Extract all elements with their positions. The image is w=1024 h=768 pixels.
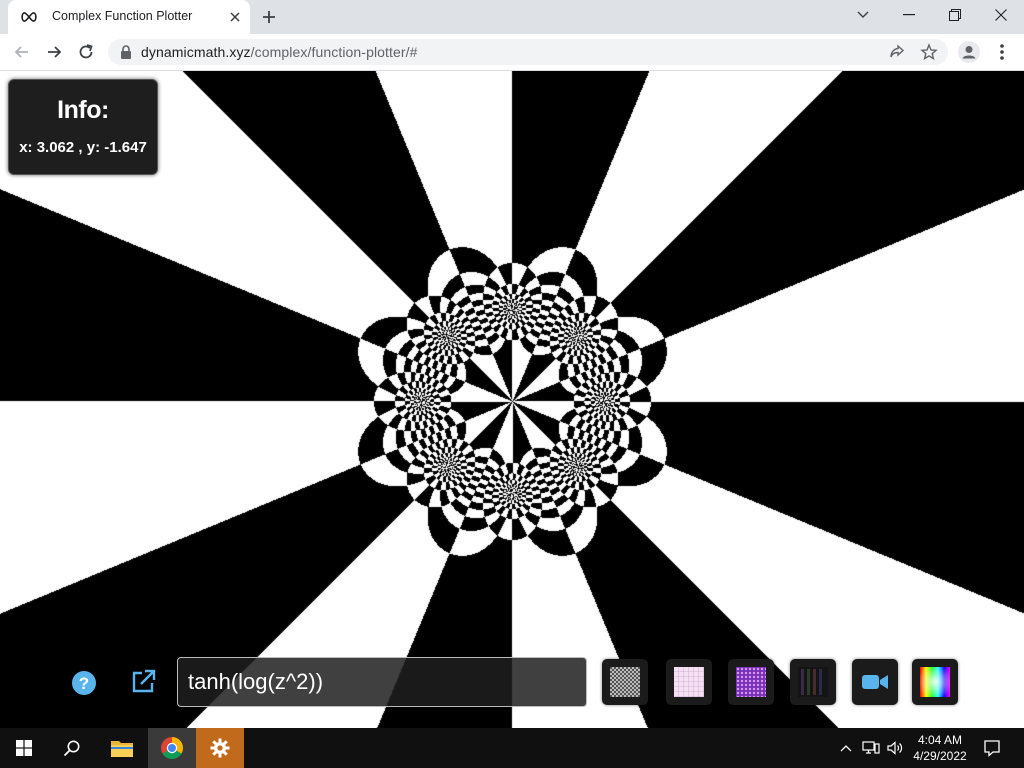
chrome-taskbar-button[interactable] (148, 728, 196, 768)
settings-taskbar-button[interactable] (196, 728, 244, 768)
svg-text:?: ? (79, 674, 89, 693)
cursor-coordinates: x: 3.062 , y: -1.647 (19, 139, 147, 156)
video-camera-icon (862, 675, 888, 689)
infinity-icon (21, 12, 37, 22)
url-text: dynamicmath.xyz/complex/function-plotter… (141, 44, 418, 60)
question-circle-icon[interactable]: ? (70, 669, 98, 697)
close-icon (995, 9, 1007, 21)
windows-logo-icon (16, 740, 32, 756)
color-wheel-icon (920, 667, 950, 697)
folder-icon (111, 741, 133, 757)
clock-date: 4/29/2022 (913, 749, 967, 763)
network-button[interactable] (860, 728, 882, 768)
grid-texture-button[interactable] (666, 659, 712, 705)
dark-stripes-texture-button[interactable] (790, 659, 836, 705)
show-hidden-icons-button[interactable] (836, 728, 856, 768)
record-video-button[interactable] (852, 659, 898, 705)
chevron-up-icon (840, 745, 852, 752)
tab-search-button[interactable] (840, 0, 886, 30)
taskbar-clock[interactable]: 4:04 AM 4/29/2022 (904, 732, 976, 764)
start-button[interactable] (0, 728, 48, 768)
reload-icon[interactable] (76, 42, 96, 62)
function-input[interactable] (177, 657, 587, 707)
external-link-icon[interactable] (128, 667, 158, 697)
clock-time: 4:04 AM (917, 733, 963, 747)
tab-strip: Complex Function Plotter (0, 0, 1024, 34)
notification-icon (984, 740, 1000, 757)
checkerboard-texture-button[interactable] (602, 659, 648, 705)
file-explorer-button[interactable] (98, 728, 146, 768)
network-icon (862, 741, 880, 754)
address-bar[interactable]: dynamicmath.xyz/complex/function-plotter… (108, 39, 948, 65)
browser-toolbar: dynamicmath.xyz/complex/function-plotter… (0, 34, 1024, 71)
bookmark-star-icon[interactable] (920, 43, 938, 61)
forward-arrow-icon[interactable] (44, 42, 64, 62)
speaker-icon (887, 741, 903, 755)
new-tab-icon[interactable] (260, 8, 278, 26)
grid-texture-icon (674, 667, 704, 697)
chevron-down-icon (857, 11, 869, 18)
control-bar: ? (0, 657, 1024, 713)
lock-icon[interactable] (120, 45, 132, 59)
back-arrow-icon[interactable] (12, 42, 32, 62)
purple-texture-button[interactable] (728, 659, 774, 705)
person-icon (962, 46, 976, 59)
color-mode-button[interactable] (912, 659, 958, 705)
restore-button[interactable] (932, 0, 978, 30)
gear-icon (210, 738, 230, 758)
close-tab-icon[interactable] (226, 8, 244, 26)
browser-tab[interactable]: Complex Function Plotter (8, 0, 250, 34)
checkerboard-texture-icon (610, 667, 640, 697)
volume-button[interactable] (884, 728, 906, 768)
chrome-icon (161, 737, 183, 759)
profile-avatar[interactable] (958, 41, 980, 63)
plot-viewport[interactable]: Info: x: 3.062 , y: -1.647 ? (0, 71, 1024, 728)
purple-texture-icon (736, 667, 766, 697)
tab-title: Complex Function Plotter (52, 9, 193, 23)
windows-taskbar: 4:04 AM 4/29/2022 (0, 728, 1024, 768)
info-panel: Info: x: 3.062 , y: -1.647 (8, 79, 158, 175)
restore-icon (949, 9, 961, 21)
notifications-button[interactable] (978, 728, 1006, 768)
minimize-button[interactable] (886, 0, 932, 30)
search-icon (63, 740, 80, 757)
close-window-button[interactable] (978, 0, 1024, 30)
minimize-icon (903, 14, 915, 16)
dark-stripes-texture-icon (798, 667, 828, 697)
more-vert-icon[interactable] (996, 42, 1008, 62)
share-icon[interactable] (888, 43, 906, 61)
search-button[interactable] (48, 728, 96, 768)
info-title: Info: (57, 96, 109, 124)
